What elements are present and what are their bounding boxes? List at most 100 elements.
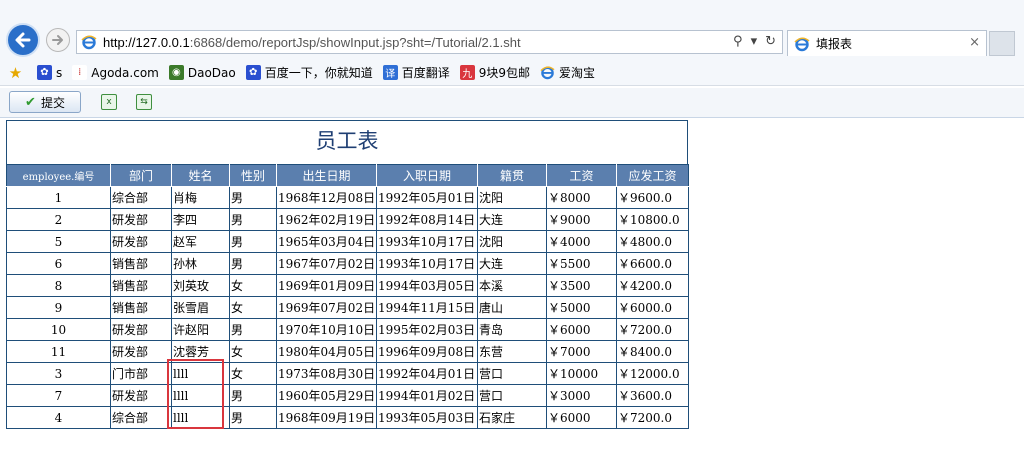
name-cell[interactable]: llll <box>171 406 230 429</box>
gender-cell[interactable]: 男 <box>229 384 277 407</box>
pay-cell[interactable]: ￥4800.0 <box>616 230 689 253</box>
hometown-cell[interactable]: 东营 <box>477 340 547 363</box>
birth-date-cell[interactable]: 1980年04月05日 <box>276 340 377 363</box>
hometown-cell[interactable]: 大连 <box>477 252 547 275</box>
hometown-cell[interactable]: 石家庄 <box>477 406 547 429</box>
dropdown-icon[interactable]: ▾ <box>751 34 758 49</box>
birth-date-cell[interactable]: 1973年08月30日 <box>276 362 377 385</box>
birth-date-cell[interactable]: 1968年09月19日 <box>276 406 377 429</box>
favorite-item[interactable]: ✿ s <box>37 65 62 80</box>
favorites-star[interactable]: ★ <box>8 64 27 82</box>
pay-cell[interactable]: ￥7200.0 <box>616 406 689 429</box>
address-field[interactable]: http://127.0.0.1:6868/demo/reportJsp/sho… <box>76 30 783 54</box>
gender-cell[interactable]: 女 <box>229 340 277 363</box>
hometown-cell[interactable]: 唐山 <box>477 296 547 319</box>
salary-cell[interactable]: ￥7000 <box>546 340 617 363</box>
name-cell[interactable]: 沈蓉芳 <box>171 340 230 363</box>
salary-cell[interactable]: ￥6000 <box>546 406 617 429</box>
gender-cell[interactable]: 男 <box>229 208 277 231</box>
hire-date-cell[interactable]: 1992年08月14日 <box>376 208 478 231</box>
hire-date-cell[interactable]: 1993年10月17日 <box>376 230 478 253</box>
salary-cell[interactable]: ￥4000 <box>546 230 617 253</box>
hometown-cell[interactable]: 沈阳 <box>477 230 547 253</box>
name-cell[interactable]: llll <box>171 384 230 407</box>
salary-cell[interactable]: ￥5000 <box>546 296 617 319</box>
gender-cell[interactable]: 男 <box>229 252 277 275</box>
birth-date-cell[interactable]: 1960年05月29日 <box>276 384 377 407</box>
birth-date-cell[interactable]: 1965年03月04日 <box>276 230 377 253</box>
excel-import-icon[interactable]: ⇆ <box>136 94 152 110</box>
refresh-icon[interactable]: ↻ <box>765 34 776 49</box>
gender-cell[interactable]: 女 <box>229 362 277 385</box>
hire-date-cell[interactable]: 1994年01月02日 <box>376 384 478 407</box>
forward-button[interactable] <box>46 28 70 52</box>
gender-cell[interactable]: 男 <box>229 318 277 341</box>
hire-date-cell[interactable]: 1993年05月03日 <box>376 406 478 429</box>
gender-cell[interactable]: 女 <box>229 274 277 297</box>
hire-date-cell[interactable]: 1995年02月03日 <box>376 318 478 341</box>
department-cell[interactable]: 销售部 <box>110 296 172 319</box>
back-button[interactable] <box>6 23 40 57</box>
submit-button[interactable]: ✔ 提交 <box>9 91 81 113</box>
favorite-item[interactable]: 译 百度翻译 <box>382 64 450 81</box>
favorite-item[interactable]: ⁞ Agoda.com <box>72 65 159 80</box>
id-cell[interactable]: 8 <box>6 274 111 297</box>
hometown-cell[interactable]: 大连 <box>477 208 547 231</box>
excel-export-icon[interactable]: x <box>101 94 117 110</box>
id-cell[interactable]: 6 <box>6 252 111 275</box>
salary-cell[interactable]: ￥6000 <box>546 318 617 341</box>
birth-date-cell[interactable]: 1962年02月19日 <box>276 208 377 231</box>
id-cell[interactable]: 4 <box>6 406 111 429</box>
department-cell[interactable]: 门市部 <box>110 362 172 385</box>
tab-report[interactable]: 填报表 × <box>787 30 987 56</box>
hometown-cell[interactable]: 青岛 <box>477 318 547 341</box>
name-cell[interactable]: 赵军 <box>171 230 230 253</box>
department-cell[interactable]: 综合部 <box>110 406 172 429</box>
hire-date-cell[interactable]: 1992年04月01日 <box>376 362 478 385</box>
department-cell[interactable]: 综合部 <box>110 186 172 209</box>
gender-cell[interactable]: 女 <box>229 296 277 319</box>
birth-date-cell[interactable]: 1967年07月02日 <box>276 252 377 275</box>
name-cell[interactable]: 李四 <box>171 208 230 231</box>
name-cell[interactable]: llll <box>171 362 230 385</box>
id-cell[interactable]: 11 <box>6 340 111 363</box>
hire-date-cell[interactable]: 1992年05月01日 <box>376 186 478 209</box>
name-cell[interactable]: 许赵阳 <box>171 318 230 341</box>
department-cell[interactable]: 研发部 <box>110 230 172 253</box>
favorite-item[interactable]: 爱淘宝 <box>540 64 595 81</box>
gender-cell[interactable]: 男 <box>229 230 277 253</box>
id-cell[interactable]: 10 <box>6 318 111 341</box>
favorite-item[interactable]: ✿ 百度一下，你就知道 <box>245 64 373 81</box>
hire-date-cell[interactable]: 1993年10月17日 <box>376 252 478 275</box>
search-icon[interactable]: ⚲ <box>733 34 743 49</box>
pay-cell[interactable]: ￥4200.0 <box>616 274 689 297</box>
salary-cell[interactable]: ￥10000 <box>546 362 617 385</box>
pay-cell[interactable]: ￥6000.0 <box>616 296 689 319</box>
hometown-cell[interactable]: 沈阳 <box>477 186 547 209</box>
hometown-cell[interactable]: 营口 <box>477 362 547 385</box>
gender-cell[interactable]: 男 <box>229 186 277 209</box>
new-tab-button[interactable] <box>989 31 1015 56</box>
department-cell[interactable]: 销售部 <box>110 274 172 297</box>
birth-date-cell[interactable]: 1970年10月10日 <box>276 318 377 341</box>
hire-date-cell[interactable]: 1994年03月05日 <box>376 274 478 297</box>
hire-date-cell[interactable]: 1996年09月08日 <box>376 340 478 363</box>
department-cell[interactable]: 研发部 <box>110 318 172 341</box>
id-cell[interactable]: 7 <box>6 384 111 407</box>
pay-cell[interactable]: ￥8400.0 <box>616 340 689 363</box>
name-cell[interactable]: 孙林 <box>171 252 230 275</box>
birth-date-cell[interactable]: 1969年01月09日 <box>276 274 377 297</box>
name-cell[interactable]: 肖梅 <box>171 186 230 209</box>
pay-cell[interactable]: ￥10800.0 <box>616 208 689 231</box>
id-cell[interactable]: 1 <box>6 186 111 209</box>
salary-cell[interactable]: ￥3000 <box>546 384 617 407</box>
salary-cell[interactable]: ￥9000 <box>546 208 617 231</box>
salary-cell[interactable]: ￥8000 <box>546 186 617 209</box>
department-cell[interactable]: 研发部 <box>110 208 172 231</box>
name-cell[interactable]: 张雪眉 <box>171 296 230 319</box>
hometown-cell[interactable]: 本溪 <box>477 274 547 297</box>
department-cell[interactable]: 研发部 <box>110 340 172 363</box>
salary-cell[interactable]: ￥5500 <box>546 252 617 275</box>
hire-date-cell[interactable]: 1994年11月15日 <box>376 296 478 319</box>
pay-cell[interactable]: ￥6600.0 <box>616 252 689 275</box>
